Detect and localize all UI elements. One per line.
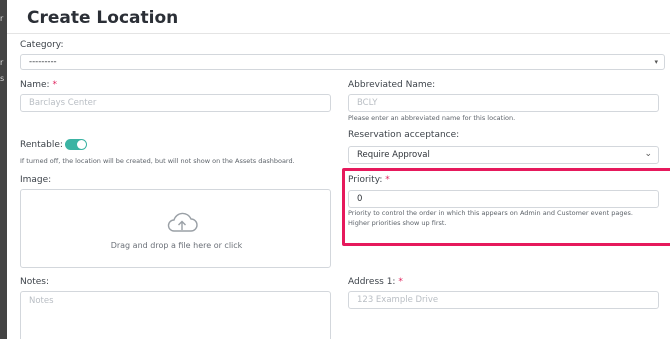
modal-title: Create Location (27, 8, 179, 28)
rentable-toggle[interactable] (65, 139, 87, 150)
backdrop-fragment: r (0, 14, 4, 23)
address1-label: Address 1: * (348, 277, 403, 287)
backdrop-fragment: r (0, 58, 4, 67)
backdrop-fragment: s (0, 74, 5, 83)
cloud-upload-icon (167, 212, 198, 232)
caret-down-icon: ▾ (654, 58, 658, 66)
rentable-label: Rentable: (20, 140, 63, 150)
reservation-acceptance-select[interactable]: Require Approval ⌄ (348, 146, 659, 164)
chevron-down-icon: ⌄ (644, 149, 652, 159)
name-label: Name: * (20, 80, 57, 90)
address1-input[interactable]: 123 Example Drive (348, 291, 659, 309)
abbreviated-name-label: Abbreviated Name: (348, 80, 436, 90)
reservation-acceptance-value: Require Approval (357, 150, 430, 160)
abbreviated-name-help: Please enter an abbreviated name for thi… (348, 114, 516, 122)
rentable-help: If turned off, the location will be crea… (20, 157, 295, 165)
reservation-acceptance-label: Reservation acceptance: (348, 130, 460, 140)
abbreviated-name-input[interactable]: BCLY (348, 94, 659, 112)
notes-textarea[interactable]: Notes (20, 291, 331, 339)
image-dropzone[interactable]: Drag and drop a file here or click (20, 189, 331, 268)
category-select-value: --------- (29, 57, 57, 67)
address1-label-text: Address 1: (348, 277, 396, 287)
required-mark: * (52, 80, 57, 90)
name-input[interactable]: Barclays Center (20, 94, 331, 112)
dropzone-text: Drag and drop a file here or click (110, 241, 243, 250)
priority-highlight-box (342, 168, 670, 246)
modal-header: Create Location (7, 0, 670, 34)
toggle-knob (77, 140, 86, 149)
create-location-modal: Create Location Category: --------- ▾ Na… (7, 0, 670, 339)
category-label: Category: (20, 40, 64, 50)
image-label: Image: (20, 175, 52, 185)
required-mark: * (398, 277, 403, 287)
notes-label: Notes: (20, 277, 50, 287)
name-label-text: Name: (20, 80, 50, 90)
category-select[interactable]: --------- ▾ (20, 54, 665, 70)
